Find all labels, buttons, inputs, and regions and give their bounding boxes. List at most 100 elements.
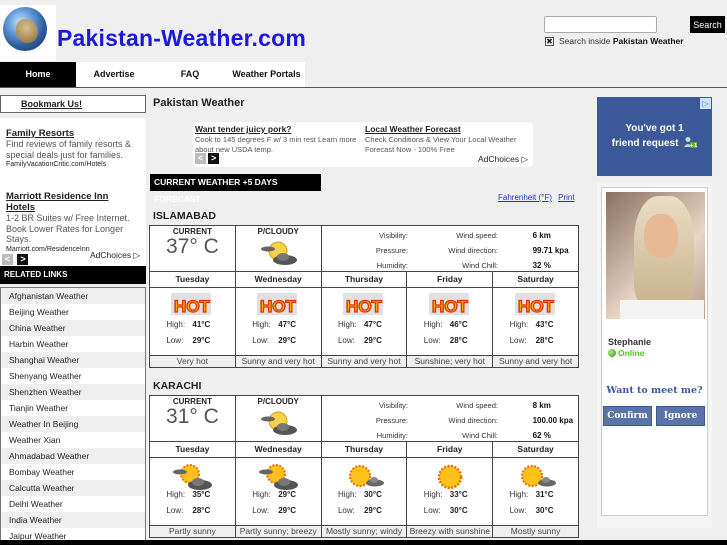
forecast-day-name: Thursday bbox=[320, 441, 408, 458]
profile-photo[interactable] bbox=[606, 192, 705, 319]
detail-label: Wind Chill: bbox=[462, 431, 498, 440]
forecast-tab[interactable]: CURRENT WEATHER +5 DAYS FORECAST bbox=[150, 174, 321, 204]
low-temp: 28°C bbox=[535, 336, 554, 345]
low-label: Low: bbox=[166, 336, 184, 345]
forecast-summary: Sunny and very hot bbox=[492, 355, 579, 368]
adchoices-link[interactable]: AdChoices ▷ bbox=[478, 154, 528, 165]
detail-label: Wind direction: bbox=[448, 416, 498, 425]
nav-weather-portals[interactable]: Weather Portals bbox=[228, 62, 305, 87]
search-input[interactable] bbox=[544, 16, 657, 33]
related-link[interactable]: Bombay Weather bbox=[1, 464, 145, 480]
low-temp: 28°C bbox=[192, 506, 211, 515]
ad-description: 1-2 BR Suites w/ Free Internet. Book Low… bbox=[6, 213, 130, 244]
search-scope-label: Search inside Pakistan Weather bbox=[559, 36, 684, 46]
high-label: High: bbox=[423, 320, 443, 329]
friend-request-ad[interactable]: ▷ You've got 1 friend request +1 bbox=[597, 97, 712, 176]
chevron-right-icon[interactable]: > bbox=[17, 254, 29, 265]
forecast-day: High: 33°C Low: 30°C bbox=[406, 457, 494, 526]
chevron-right-icon[interactable]: > bbox=[208, 153, 220, 164]
friend-add-icon: +1 bbox=[684, 137, 698, 149]
ad-title[interactable]: Marriott Residence Inn Hotels bbox=[6, 191, 140, 213]
related-link[interactable]: Harbin Weather bbox=[1, 336, 145, 352]
related-link[interactable]: Delhi Weather bbox=[1, 496, 145, 512]
low-temp: 30°C bbox=[535, 506, 554, 515]
related-link[interactable]: Ahmadabad Weather bbox=[1, 448, 145, 464]
forecast-day-name: Saturday bbox=[492, 441, 579, 458]
forecast-summary: Mostly sunny; windy bbox=[320, 525, 408, 538]
low-label: Low: bbox=[166, 506, 184, 515]
low-label: Low: bbox=[509, 506, 527, 515]
print-link[interactable]: Print bbox=[558, 193, 574, 202]
high-temp: 46°C bbox=[449, 320, 468, 329]
high-label: High: bbox=[166, 490, 186, 499]
detail-label: Wind direction: bbox=[448, 246, 498, 255]
forecast-day: HOT High: 41°C Low: 29°C bbox=[149, 287, 236, 356]
low-temp: 29°C bbox=[363, 336, 382, 345]
unit-links: Fahrenheit (°F) Print bbox=[494, 193, 575, 202]
ad-pager: < > bbox=[195, 153, 220, 164]
high-temp: 47°C bbox=[278, 320, 297, 329]
forecast-day: HOT High: 46°C Low: 28°C bbox=[406, 287, 494, 356]
ignore-button[interactable]: Ignore bbox=[656, 406, 705, 426]
chevron-left-icon[interactable]: < bbox=[2, 254, 13, 265]
globe-icon[interactable] bbox=[0, 5, 56, 61]
high-temp: 35°C bbox=[192, 490, 211, 499]
forecast-day: HOT High: 47°C Low: 29°C bbox=[234, 287, 322, 356]
low-label: Low: bbox=[252, 506, 270, 515]
search-scope-checkbox[interactable]: ✖ bbox=[545, 37, 554, 46]
chevron-left-icon[interactable]: < bbox=[195, 153, 206, 164]
forecast-day: HOT High: 43°C Low: 28°C bbox=[492, 287, 579, 356]
nav-advertise[interactable]: Advertise bbox=[76, 62, 152, 87]
bookmark-button[interactable]: Bookmark Us! bbox=[0, 95, 146, 113]
adchoices-icon[interactable]: ▷ bbox=[700, 98, 711, 109]
search-button[interactable]: Search bbox=[690, 16, 725, 33]
nav-home[interactable]: Home bbox=[0, 62, 76, 87]
related-link[interactable]: Shenzhen Weather bbox=[1, 384, 145, 400]
bottom-bar bbox=[0, 540, 727, 545]
current-condition-cell: P/CLOUDY bbox=[234, 225, 322, 272]
current-condition-cell: P/CLOUDY bbox=[234, 395, 322, 442]
fahrenheit-link[interactable]: Fahrenheit (°F) bbox=[498, 193, 552, 202]
detail-label: Wind speed: bbox=[456, 231, 498, 240]
ad-title[interactable]: Local Weather Forecast bbox=[365, 124, 533, 134]
svg-text:HOT: HOT bbox=[432, 297, 469, 316]
forecast-day: High: 35°C Low: 28°C bbox=[149, 457, 236, 526]
related-link[interactable]: Shenyang Weather bbox=[1, 368, 145, 384]
related-link[interactable]: Weather Xian bbox=[1, 432, 145, 448]
sidebar-ad-item[interactable]: Family Resorts Find reviews of family re… bbox=[6, 128, 140, 169]
related-link[interactable]: Tianjin Weather bbox=[1, 400, 145, 416]
top-ad-item[interactable]: Local Weather Forecast Check Conditions … bbox=[365, 124, 533, 155]
nav-faq[interactable]: FAQ bbox=[152, 62, 228, 87]
site-title[interactable]: Pakistan-Weather.com bbox=[57, 25, 306, 52]
related-link[interactable]: China Weather bbox=[1, 320, 145, 336]
related-link[interactable]: Beijing Weather bbox=[1, 304, 145, 320]
page-title: Pakistan Weather bbox=[153, 97, 245, 109]
city-forecast: ISLAMABAD CURRENT 37° C P/CLOUDY Visibility:… bbox=[148, 208, 636, 368]
confirm-button[interactable]: Confirm bbox=[603, 406, 652, 426]
ad-description: Check Conditions & View Your Local Weath… bbox=[365, 135, 517, 154]
ad-title[interactable]: Family Resorts bbox=[6, 128, 140, 139]
detail-value-pressure: 99.71 kpa bbox=[532, 246, 569, 255]
forecast-summary: Breezy with sunshine bbox=[406, 525, 494, 538]
profile-name: Stephanie bbox=[608, 337, 652, 347]
related-link[interactable]: Calcutta Weather bbox=[1, 480, 145, 496]
city-name: ISLAMABAD bbox=[148, 208, 579, 225]
ad-title[interactable]: Want tender juicy pork? bbox=[195, 124, 363, 134]
ad-url[interactable]: FamilyVacationCritic.com/Hotels bbox=[6, 160, 140, 169]
related-link[interactable]: Afghanistan Weather bbox=[1, 288, 145, 304]
detail-value-humidity: 62 % bbox=[532, 431, 551, 440]
low-temp: 30°C bbox=[449, 506, 468, 515]
top-ad-item[interactable]: Want tender juicy pork? Cook to 145 degr… bbox=[195, 124, 363, 155]
related-link[interactable]: India Weather bbox=[1, 512, 145, 528]
related-link[interactable]: Weather In Beijing bbox=[1, 416, 145, 432]
low-label: Low: bbox=[252, 336, 270, 345]
adchoices-link[interactable]: AdChoices ▷ bbox=[90, 250, 140, 261]
forecast-day-name: Tuesday bbox=[149, 271, 236, 288]
forecast-day: High: 29°C Low: 29°C bbox=[234, 457, 322, 526]
sidebar-ad-item[interactable]: Marriott Residence Inn Hotels 1-2 BR Sui… bbox=[6, 191, 140, 254]
condition-label: P/CLOUDY bbox=[257, 227, 299, 236]
svg-text:+1: +1 bbox=[690, 143, 697, 148]
related-link[interactable]: Shanghai Weather bbox=[1, 352, 145, 368]
main-nav: Home Advertise FAQ Weather Portals bbox=[0, 62, 727, 88]
forecast-day: High: 30°C Low: 29°C bbox=[320, 457, 408, 526]
